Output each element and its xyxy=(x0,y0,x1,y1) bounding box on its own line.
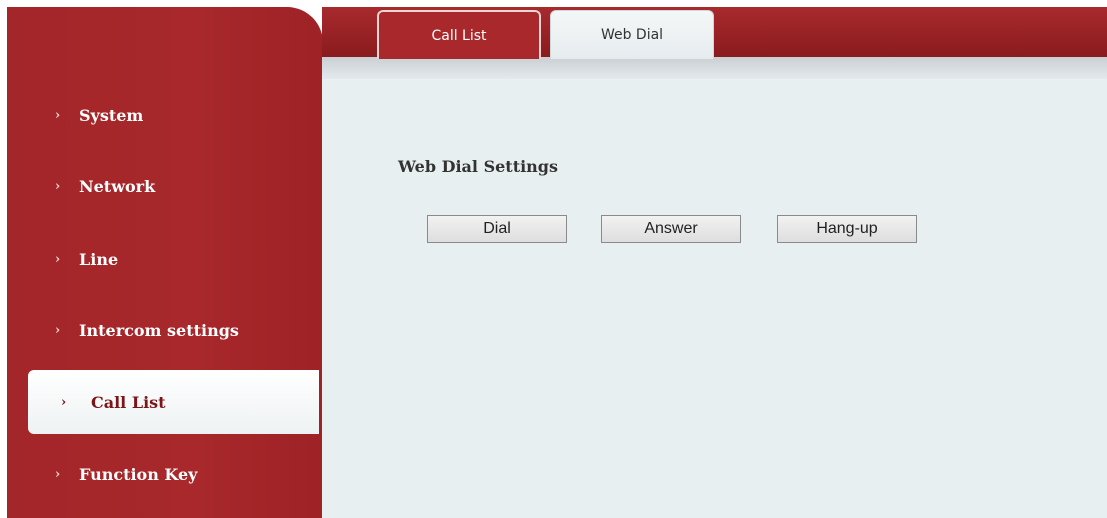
sidebar-item-function-key[interactable]: › Function Key xyxy=(7,454,307,494)
chevron-right-icon: › xyxy=(61,394,67,410)
dial-button[interactable]: Dial xyxy=(427,215,567,243)
sidebar-item-label: Intercom settings xyxy=(79,320,239,340)
top-bar-shadow xyxy=(322,57,1107,79)
sidebar-item-label: Function Key xyxy=(79,464,198,484)
chevron-right-icon: › xyxy=(55,107,61,123)
sidebar-item-line[interactable]: › Line xyxy=(7,239,307,279)
sidebar-item-network[interactable]: › Network xyxy=(7,166,307,206)
hangup-button[interactable]: Hang-up xyxy=(777,215,917,243)
chevron-right-icon: › xyxy=(55,322,61,338)
sidebar-item-label: System xyxy=(79,105,144,125)
main-content: Web Dial Settings Dial Answer Hang-up xyxy=(322,79,1107,518)
sidebar: › System › Network › Line › Intercom set… xyxy=(7,7,329,518)
sidebar-item-label: Line xyxy=(79,249,119,269)
tab-web-dial[interactable]: Web Dial xyxy=(550,10,714,59)
chevron-right-icon: › xyxy=(55,178,61,194)
sidebar-item-label: Network xyxy=(79,176,156,196)
sidebar-item-call-list[interactable]: › Call List xyxy=(28,370,319,434)
answer-button[interactable]: Answer xyxy=(601,215,741,243)
sidebar-item-system[interactable]: › System xyxy=(7,95,307,135)
tab-call-list[interactable]: Call List xyxy=(377,10,541,59)
chevron-right-icon: › xyxy=(55,466,61,482)
sidebar-item-intercom-settings[interactable]: › Intercom settings xyxy=(7,310,307,350)
chevron-right-icon: › xyxy=(55,251,61,267)
sidebar-item-label: Call List xyxy=(91,392,166,412)
section-title: Web Dial Settings xyxy=(398,157,558,176)
